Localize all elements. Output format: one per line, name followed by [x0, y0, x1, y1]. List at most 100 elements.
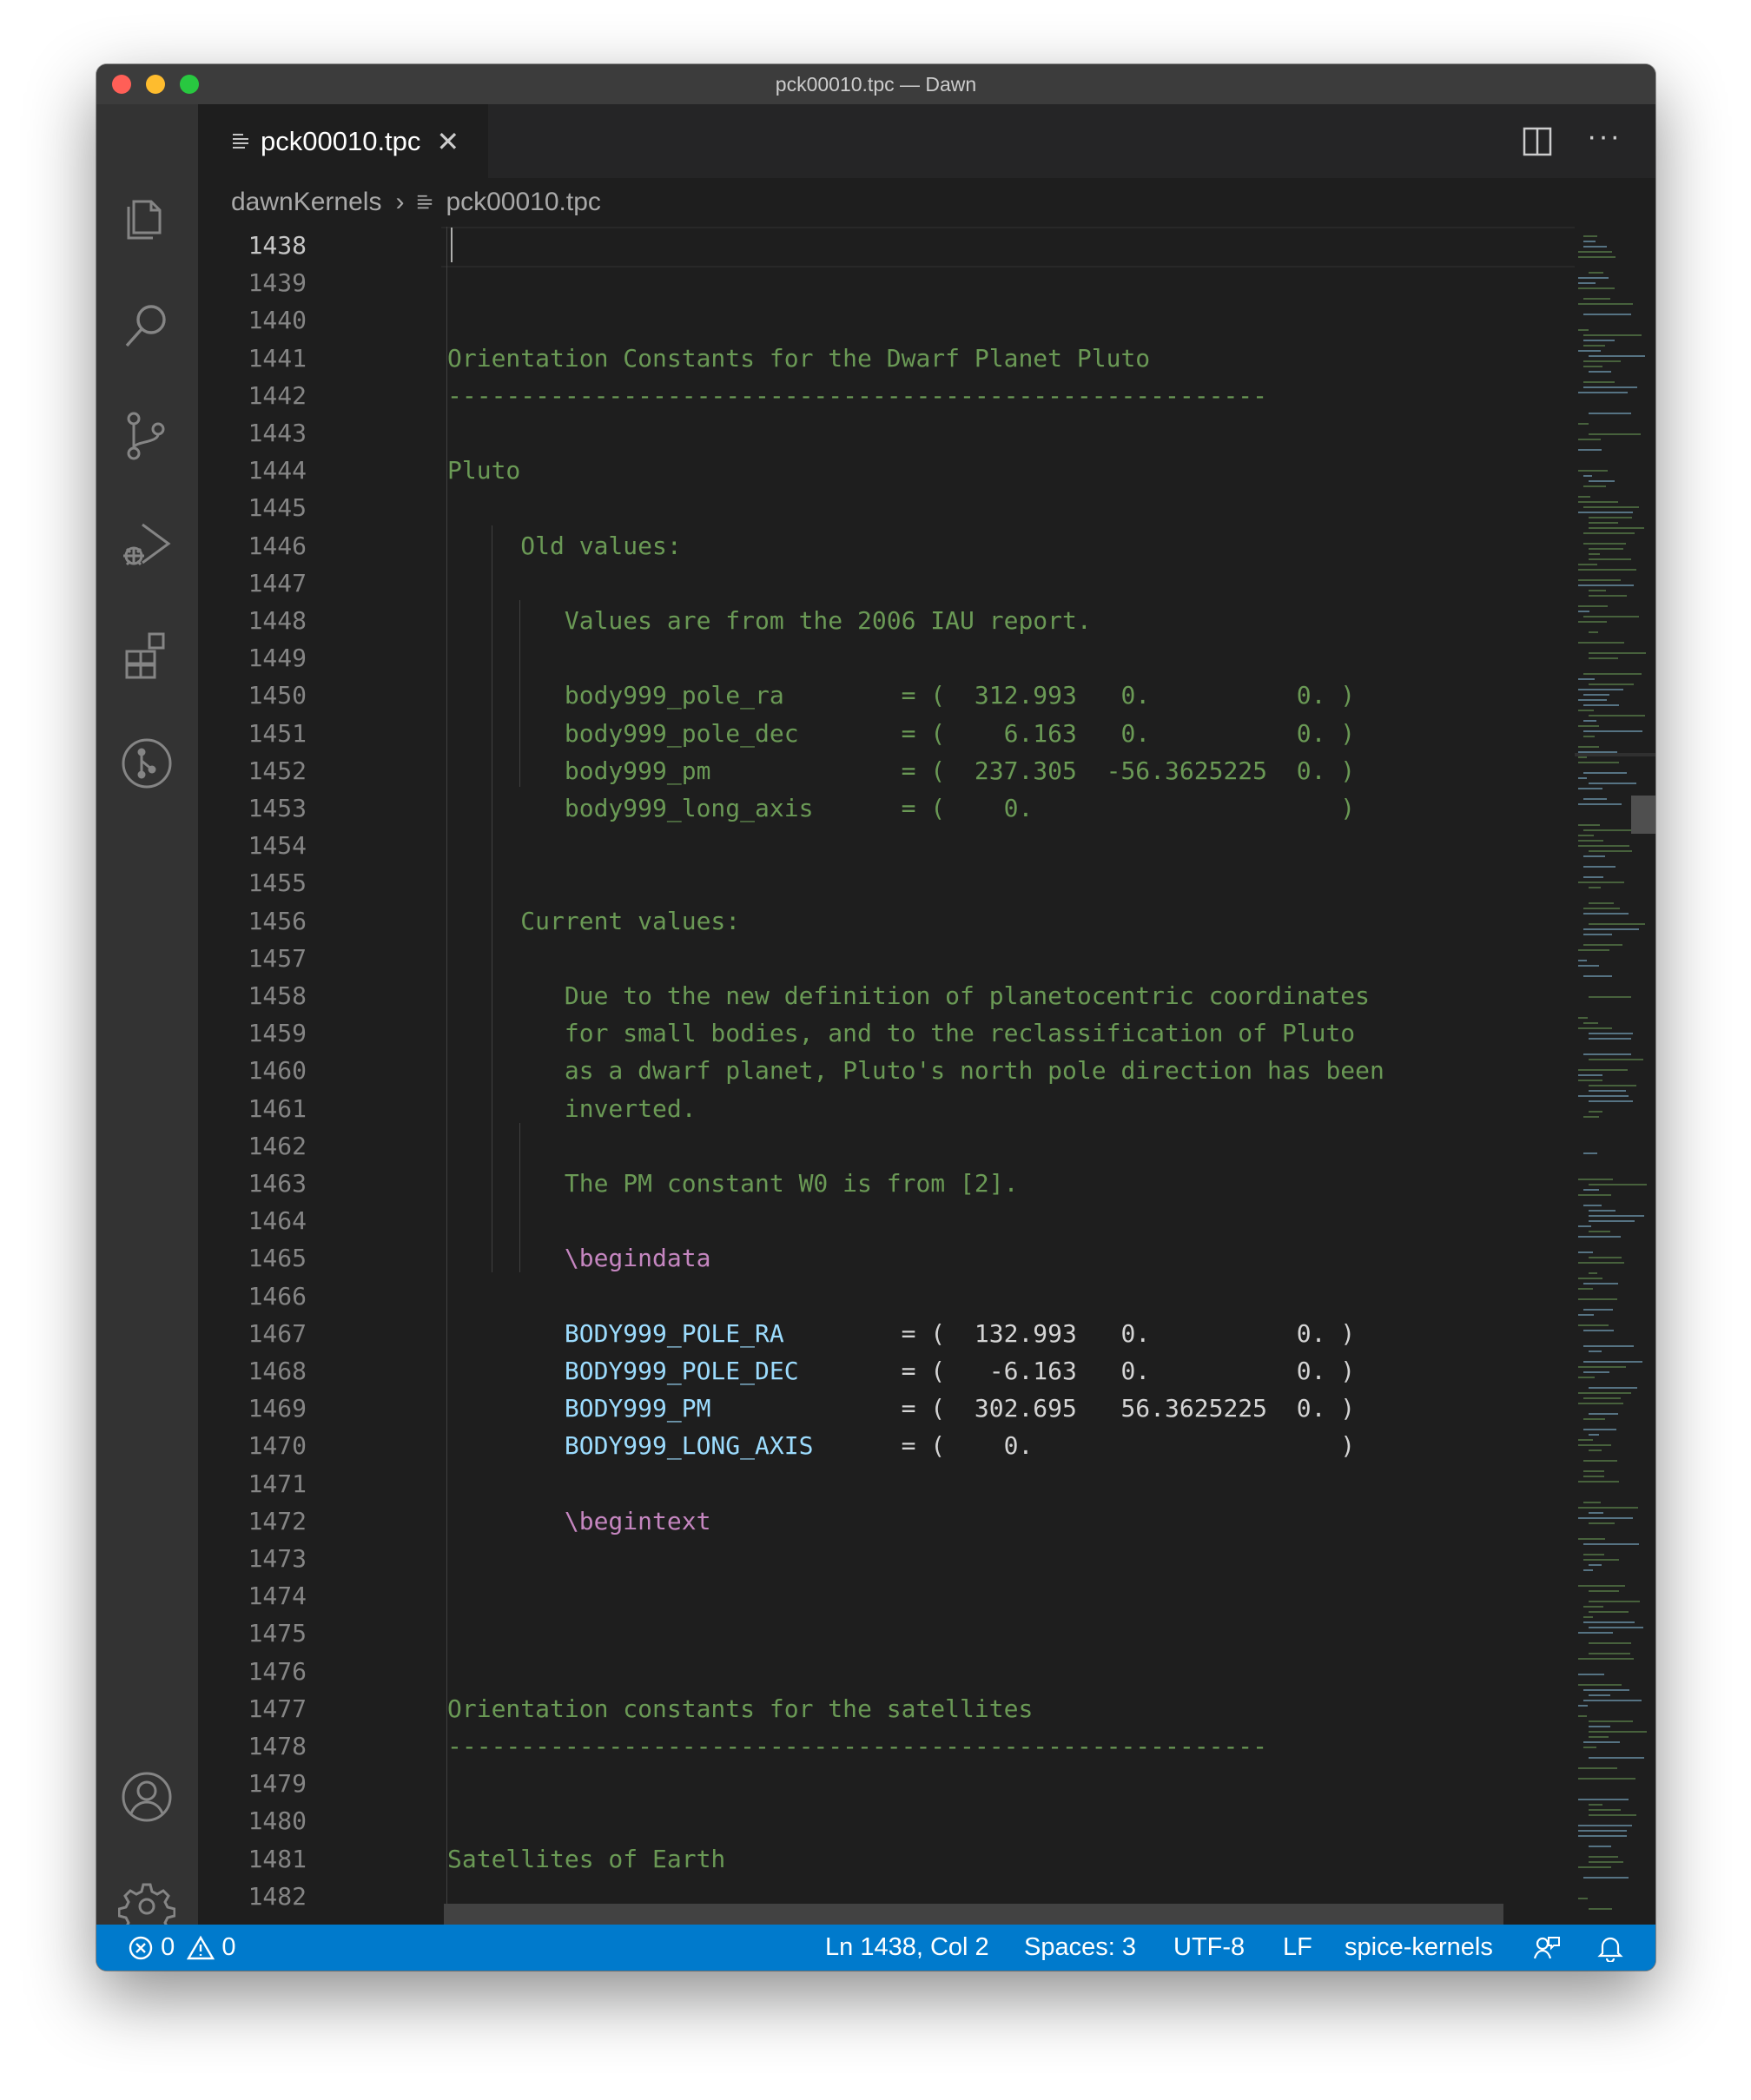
code-line: Due to the new definition of planetocent… — [447, 981, 1371, 1010]
minimap-line — [1583, 1429, 1616, 1430]
end-of-line-setting[interactable]: LF — [1283, 1925, 1312, 1971]
minimap-line — [1578, 746, 1599, 748]
search-icon[interactable] — [118, 297, 175, 354]
minimap-line — [1578, 1439, 1593, 1441]
line-number: 1462 — [248, 1131, 307, 1160]
minimap-line — [1589, 1601, 1640, 1602]
source-control-icon[interactable] — [118, 406, 175, 464]
explorer-icon[interactable] — [118, 188, 175, 245]
maximize-window-button[interactable] — [180, 75, 199, 94]
indentation-setting[interactable]: Spaces: 3 — [1024, 1925, 1136, 1971]
close-tab-icon[interactable]: ✕ — [436, 125, 459, 158]
minimap-line — [1578, 1799, 1629, 1800]
minimap-line — [1578, 1507, 1638, 1509]
minimap-line — [1578, 329, 1589, 331]
minimap-line — [1583, 246, 1607, 248]
minimap-line — [1583, 1361, 1642, 1363]
minimap-line — [1583, 1152, 1597, 1154]
horizontal-scrollbar[interactable] — [444, 1904, 1503, 1925]
minimap-line — [1578, 1017, 1588, 1019]
minimap-line — [1578, 1392, 1631, 1394]
minimap-line — [1583, 730, 1642, 732]
minimap-line — [1583, 975, 1612, 977]
minimap-line — [1583, 704, 1619, 706]
line-number: 1482 — [248, 1881, 307, 1911]
code-line: Current values: — [447, 906, 741, 935]
minimize-window-button[interactable] — [146, 75, 165, 94]
minimap-line — [1589, 1450, 1602, 1451]
line-number: 1464 — [248, 1206, 307, 1236]
problems-indicator[interactable]: 0 0 — [128, 1925, 235, 1971]
minimap-line — [1578, 762, 1619, 763]
minimap-line — [1583, 908, 1620, 909]
run-debug-icon[interactable] — [118, 516, 175, 573]
minimap-line — [1589, 480, 1615, 482]
minimap-line — [1583, 314, 1631, 315]
line-number: 1455 — [248, 868, 307, 898]
code-editor[interactable]: 1438 1439 1440 1441 1442 1443 1444 1445 1446 1447… — [198, 227, 1575, 1925]
line-number: 1452 — [248, 756, 307, 785]
minimap-line — [1583, 673, 1642, 675]
minimap-line — [1583, 1205, 1602, 1206]
minimap-line — [1589, 595, 1627, 597]
line-number: 1465 — [248, 1244, 307, 1273]
encoding-setting[interactable]: UTF-8 — [1173, 1925, 1245, 1971]
minimap-line — [1589, 1111, 1602, 1113]
git-graph-icon[interactable] — [118, 735, 175, 792]
line-number: 1443 — [248, 419, 307, 447]
minimap-line — [1583, 913, 1629, 915]
tab-pck00010[interactable]: pck00010.tpc ✕ — [198, 104, 488, 178]
minimap-line — [1578, 611, 1589, 612]
minimap-line — [1589, 996, 1631, 998]
variable-value: = ( 132.993 0. 0. ) — [783, 1318, 1356, 1348]
minimap-line — [1589, 1272, 1597, 1274]
line-number: 1451 — [248, 718, 307, 748]
minimap-line — [1578, 1236, 1621, 1238]
minimap-line — [1583, 1345, 1634, 1347]
line-number: 1477 — [248, 1694, 307, 1723]
minimap-line — [1578, 756, 1587, 758]
minimap-line — [1578, 501, 1618, 503]
minimap-line — [1583, 1476, 1604, 1477]
vertical-scrollbar-thumb[interactable] — [1631, 796, 1655, 834]
split-editor-icon[interactable] — [1521, 125, 1554, 158]
code-line: for small bodies, and to the reclassific… — [447, 1019, 1356, 1048]
more-actions-icon[interactable]: ··· — [1587, 120, 1622, 154]
warning-icon — [187, 1935, 215, 1960]
code-line: ----------------------------------------… — [447, 380, 1268, 410]
file-text-icon — [233, 133, 248, 149]
language-mode[interactable]: spice-kernels — [1345, 1925, 1493, 1971]
minimap-line — [1589, 1434, 1599, 1436]
minimap-line — [1578, 579, 1621, 581]
minimap-line — [1589, 783, 1636, 784]
minimap-line — [1583, 1418, 1605, 1420]
minimap-line — [1578, 835, 1594, 836]
feedback-icon[interactable] — [1533, 1925, 1561, 1971]
minimap-line — [1589, 1846, 1611, 1847]
extensions-icon[interactable] — [118, 625, 175, 683]
line-number: 1438 — [248, 231, 307, 260]
minimap[interactable] — [1575, 227, 1655, 1925]
cursor-position[interactable]: Ln 1438, Col 2 — [825, 1925, 989, 1971]
minimap-line — [1583, 1569, 1593, 1571]
breadcrumb-folder[interactable]: dawnKernels — [231, 188, 381, 217]
variable-name: BODY999_PM — [447, 1394, 711, 1423]
minimap-line — [1583, 928, 1639, 930]
line-number: 1447 — [248, 568, 307, 598]
text-cursor — [451, 228, 453, 262]
minimap-line — [1589, 1908, 1612, 1910]
close-window-button[interactable] — [112, 75, 131, 94]
minimap-line — [1589, 1090, 1626, 1092]
minimap-line — [1589, 1611, 1629, 1613]
minimap-line — [1583, 360, 1621, 362]
minimap-line — [1589, 1804, 1602, 1806]
breadcrumb-file[interactable]: pck00010.tpc — [446, 188, 600, 217]
minimap-line — [1578, 1658, 1634, 1660]
line-number: 1445 — [248, 493, 307, 523]
minimap-line — [1583, 866, 1616, 868]
account-icon[interactable] — [118, 1768, 175, 1826]
minimap-line — [1578, 350, 1601, 352]
minimap-line — [1589, 1809, 1621, 1811]
line-number: 1473 — [248, 1544, 307, 1573]
notifications-bell-icon[interactable] — [1597, 1925, 1623, 1971]
